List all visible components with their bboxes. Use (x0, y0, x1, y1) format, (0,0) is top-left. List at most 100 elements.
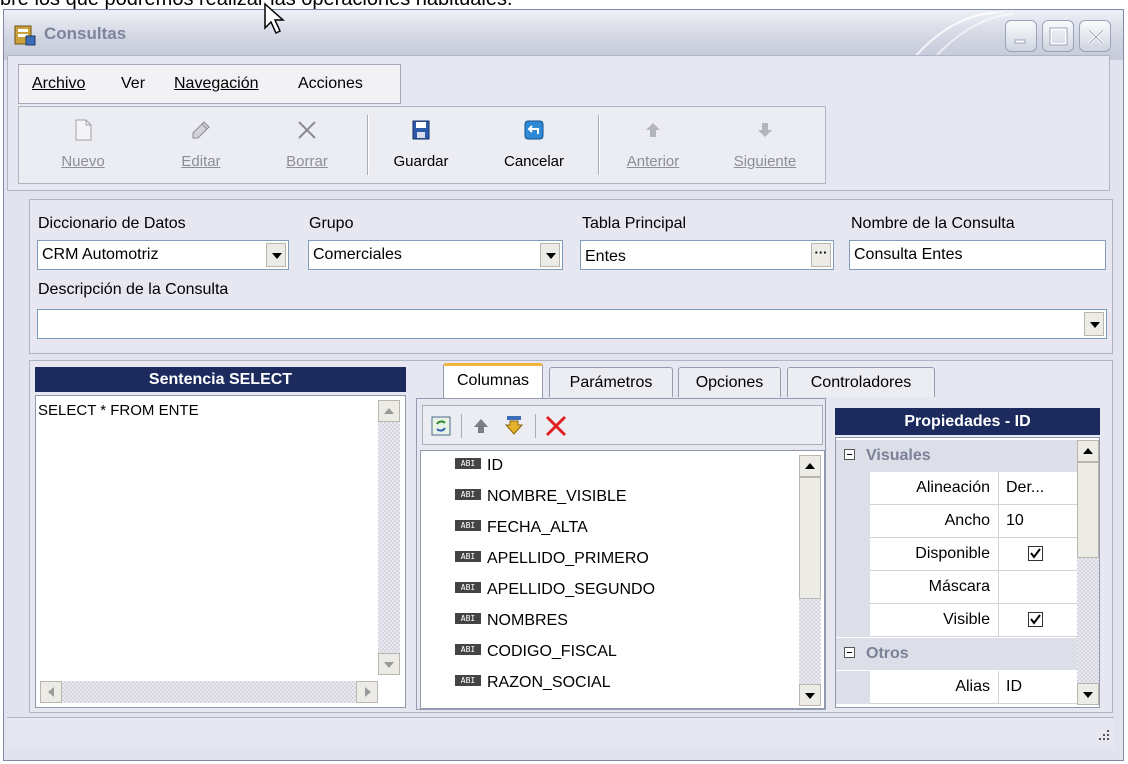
property-row-alineacion[interactable]: Alineación Der... (836, 472, 1077, 505)
anterior-button[interactable]: Anterior (613, 107, 693, 183)
text-field-icon: ABI (455, 458, 481, 470)
tab-columnas[interactable]: Columnas (443, 363, 543, 398)
column-list-item[interactable]: ABI NOMBRE_VISIBLE (455, 488, 627, 518)
scroll-down-button[interactable] (1077, 683, 1099, 705)
scroll-down-button[interactable] (799, 684, 821, 706)
menu-bar: Archivo Ver Navegación Acciones (18, 64, 401, 104)
column-list-item[interactable]: ABI NOMBRES (455, 612, 568, 642)
property-grid[interactable]: Visuales Alineación Der... Ancho 10 Disp… (835, 437, 1100, 708)
scroll-thumb[interactable] (799, 477, 821, 599)
sql-vertical-scrollbar[interactable] (378, 400, 400, 675)
sql-horizontal-scrollbar[interactable] (40, 681, 378, 703)
move-up-icon[interactable] (471, 416, 491, 436)
ellipsis-icon[interactable]: ··· (811, 243, 831, 267)
guardar-button[interactable]: Guardar (381, 107, 461, 183)
column-name: NOMBRES (487, 612, 568, 629)
editar-button[interactable]: Editar (161, 107, 241, 183)
menu-ver[interactable]: Ver (121, 75, 145, 93)
toolbar-separator (535, 414, 536, 438)
text-field-icon: ABI (455, 613, 481, 625)
diccionario-select[interactable]: CRM Automotriz (37, 240, 289, 270)
text-field-icon: ABI (455, 644, 481, 656)
descripcion-select[interactable] (37, 309, 1107, 339)
collapse-icon[interactable] (844, 647, 855, 658)
cancelar-button[interactable]: Cancelar (489, 107, 579, 183)
column-name: APELLIDO_PRIMERO (487, 550, 649, 567)
propiedades-header: Propiedades - ID (835, 408, 1100, 435)
scroll-right-button[interactable] (356, 681, 378, 703)
column-list-item[interactable]: ABI CODIGO_FISCAL (455, 643, 617, 673)
new-document-icon (75, 119, 92, 141)
delete-column-icon[interactable] (543, 413, 569, 439)
properties-vertical-scrollbar[interactable] (1077, 440, 1099, 705)
edit-pencil-icon (192, 121, 210, 139)
borrar-button[interactable]: Borrar (267, 107, 347, 183)
scroll-left-button[interactable] (40, 681, 62, 703)
arrow-down-icon (758, 123, 772, 137)
sql-editor[interactable]: SELECT * FROM ENTE (35, 395, 406, 708)
tab-parametros[interactable]: Parámetros (549, 367, 673, 397)
scroll-up-button[interactable] (799, 455, 821, 477)
title-decoration (913, 12, 1014, 58)
undo-icon (524, 120, 544, 140)
column-list-item[interactable]: ABI ID (455, 457, 503, 487)
disponible-checkbox[interactable] (1028, 546, 1043, 561)
chevron-down-icon[interactable] (1084, 312, 1104, 336)
arrow-up-icon (646, 123, 660, 137)
tab-controladores[interactable]: Controladores (787, 367, 935, 397)
nombre-label: Nombre de la Consulta (851, 215, 1015, 232)
main-toolbar: Nuevo Editar Borrar Guardar Cancelar Ant… (18, 106, 826, 184)
column-list-item[interactable]: ABI APELLIDO_PRIMERO (455, 550, 649, 580)
chevron-down-icon[interactable] (540, 243, 560, 267)
column-list-item[interactable]: ABI APELLIDO_SEGUNDO (455, 581, 655, 611)
property-row-mascara[interactable]: Máscara (836, 571, 1077, 604)
grupo-select[interactable]: Comerciales (308, 240, 563, 270)
maximize-button[interactable] (1042, 20, 1074, 52)
move-down-icon[interactable] (503, 414, 525, 436)
column-name: CODIGO_FISCAL (487, 643, 617, 660)
column-name: ID (487, 457, 503, 474)
minimize-icon (1014, 39, 1026, 44)
text-field-icon: ABI (455, 489, 481, 501)
minimize-button[interactable] (1005, 20, 1037, 52)
scroll-down-button[interactable] (378, 653, 400, 675)
descripcion-label: Descripción de la Consulta (38, 281, 229, 298)
database-app-icon (14, 25, 36, 46)
maximize-icon (1049, 27, 1068, 46)
title-bar[interactable]: Consultas (4, 10, 1123, 60)
collapse-icon[interactable] (844, 449, 855, 460)
diccionario-label: Diccionario de Datos (38, 215, 186, 232)
grupo-label: Grupo (309, 215, 354, 232)
scroll-up-button[interactable] (378, 400, 400, 422)
toolbar-separator (367, 115, 369, 175)
columns-vertical-scrollbar[interactable] (799, 455, 821, 706)
tabla-field[interactable]: Entes ··· (580, 240, 834, 270)
resize-grip-icon[interactable] (1095, 726, 1111, 742)
column-list-item[interactable]: ABI RAZON_SOCIAL (455, 674, 611, 704)
nuevo-button[interactable]: Nuevo (43, 107, 123, 183)
category-otros[interactable]: Otros (836, 638, 1077, 670)
property-row-alias[interactable]: Alias ID (836, 671, 1077, 704)
text-field-icon: ABI (455, 551, 481, 563)
close-button[interactable] (1079, 20, 1111, 52)
column-list-item[interactable]: ABI FECHA_ALTA (455, 519, 588, 549)
property-row-ancho[interactable]: Ancho 10 (836, 505, 1077, 538)
menu-archivo[interactable]: Archivo (32, 75, 85, 93)
nombre-input[interactable]: Consulta Entes (849, 240, 1106, 270)
text-field-icon: ABI (455, 582, 481, 594)
category-visuales[interactable]: Visuales (836, 440, 1077, 472)
property-row-visible[interactable]: Visible (836, 604, 1077, 637)
menu-acciones[interactable]: Acciones (298, 75, 363, 93)
chevron-down-icon[interactable] (266, 243, 286, 267)
column-name: FECHA_ALTA (487, 519, 588, 536)
tab-opciones[interactable]: Opciones (678, 367, 781, 397)
refresh-icon[interactable] (431, 416, 451, 436)
scroll-up-button[interactable] (1077, 440, 1099, 462)
columns-list[interactable]: ABI ID ABI NOMBRE_VISIBLE ABI FECHA_ALTA ABI AP… (420, 450, 825, 709)
toolbar-separator (461, 414, 462, 438)
visible-checkbox[interactable] (1028, 612, 1043, 627)
property-row-disponible[interactable]: Disponible (836, 538, 1077, 571)
scroll-thumb[interactable] (1077, 462, 1099, 558)
siguiente-button[interactable]: Siguiente (720, 107, 810, 183)
menu-navegacion[interactable]: Navegación (174, 75, 259, 93)
